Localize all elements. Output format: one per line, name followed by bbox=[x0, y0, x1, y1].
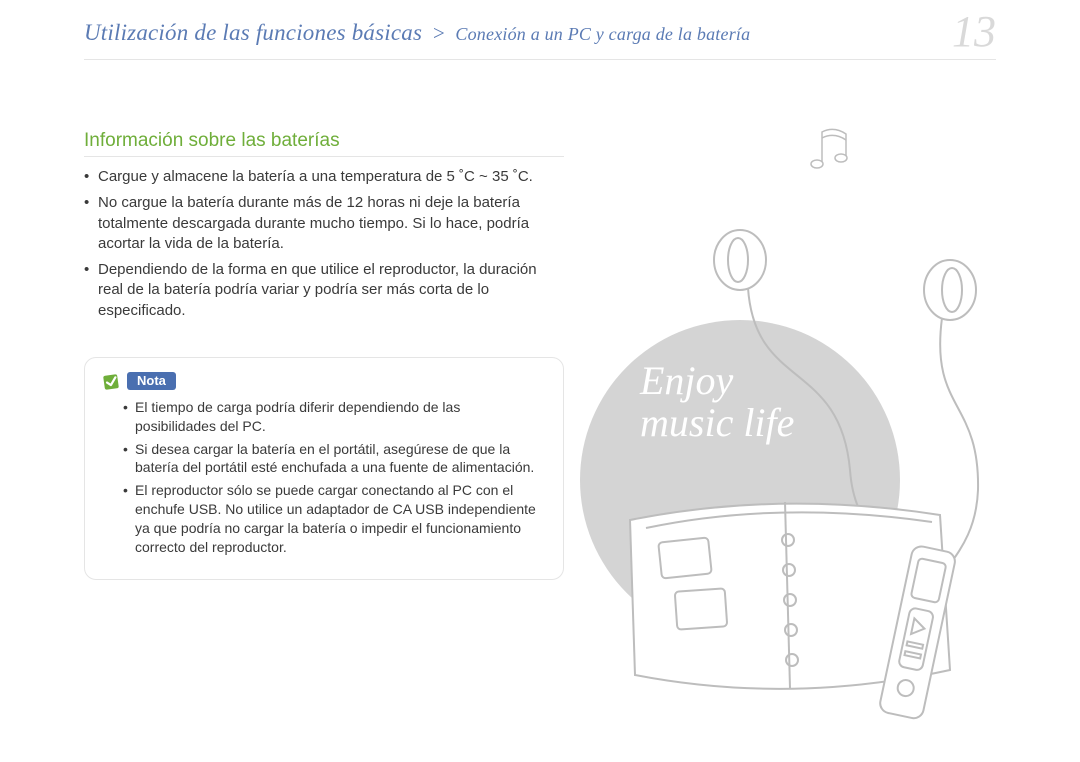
note-box: Nota El tiempo de carga podría diferir d… bbox=[84, 357, 564, 580]
section-title: Información sobre las baterías bbox=[84, 130, 564, 157]
breadcrumb-main: Utilización de las funciones básicas bbox=[84, 20, 422, 45]
list-item: Cargue y almacene la batería a una tempe… bbox=[84, 167, 564, 187]
battery-info-list: Cargue y almacene la batería a una tempe… bbox=[84, 167, 564, 321]
page-number: 13 bbox=[952, 6, 996, 57]
breadcrumb-sub: Conexión a un PC y carga de la batería bbox=[455, 24, 750, 44]
list-item: Si desea cargar la batería en el portáti… bbox=[123, 440, 545, 478]
page-header: Utilización de las funciones básicas > C… bbox=[84, 0, 996, 60]
music-note-icon bbox=[800, 120, 860, 180]
main-content: Información sobre las baterías Cargue y … bbox=[84, 60, 564, 580]
list-item: Dependiendo de la forma en que utilice e… bbox=[84, 260, 564, 321]
note-check-icon bbox=[103, 372, 121, 390]
breadcrumb-separator: > bbox=[432, 21, 446, 45]
list-item: El tiempo de carga podría diferir depend… bbox=[123, 398, 545, 436]
note-header: Nota bbox=[103, 372, 545, 390]
decorative-illustration: Enjoy music life bbox=[580, 100, 1020, 720]
list-item: El reproductor sólo se puede cargar cone… bbox=[123, 481, 545, 557]
note-label: Nota bbox=[127, 372, 176, 390]
breadcrumb: Utilización de las funciones básicas > C… bbox=[84, 20, 996, 46]
note-list: El tiempo de carga podría diferir depend… bbox=[103, 398, 545, 557]
page-root: Utilización de las funciones básicas > C… bbox=[0, 0, 1080, 762]
mp3-player-icon bbox=[860, 540, 980, 740]
list-item: No cargue la batería durante más de 12 h… bbox=[84, 193, 564, 254]
